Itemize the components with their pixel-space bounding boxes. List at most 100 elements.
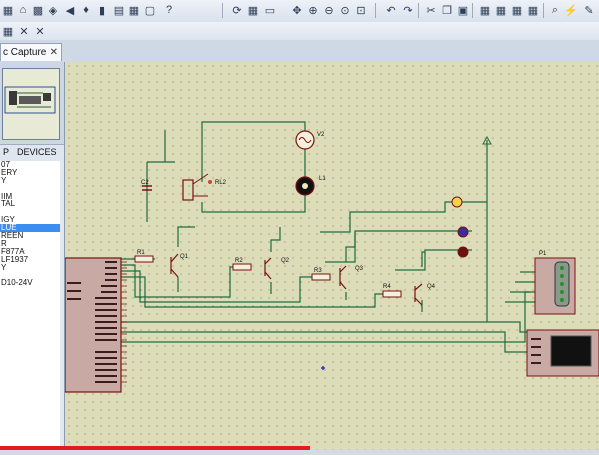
block-rotate-icon[interactable]: ▦	[509, 2, 525, 18]
red-led[interactable]	[457, 246, 469, 258]
devices-title: DEVICES	[17, 147, 57, 157]
refresh-icon[interactable]: ⟳	[229, 2, 245, 18]
pick-button[interactable]: P	[3, 147, 9, 157]
table-icon[interactable]: ▦	[126, 2, 142, 18]
device-list-item[interactable]	[0, 295, 60, 303]
wires	[120, 121, 535, 353]
device-list-item[interactable]	[0, 185, 60, 193]
yellow-led[interactable]	[451, 196, 463, 208]
device-list-item[interactable]: LF1937	[0, 256, 60, 264]
copy-icon[interactable]: ❐	[439, 2, 455, 18]
device-list-item[interactable]	[0, 311, 60, 319]
device-list-item[interactable]	[0, 327, 60, 335]
zoom-area-icon[interactable]: ⊡	[353, 2, 369, 18]
r1-resistor[interactable]: R1	[134, 250, 154, 263]
tab-schematic-capture[interactable]: c Capture ✕	[0, 43, 62, 61]
component-icon[interactable]: ▮	[94, 2, 110, 18]
q3-label: Q3	[355, 266, 364, 272]
device-list-item[interactable]: LUE	[0, 224, 60, 233]
device-list-item[interactable]	[0, 350, 60, 358]
wire-autoroute-icon[interactable]: ⚡	[563, 2, 579, 18]
transistor-icon[interactable]: ♦	[78, 2, 94, 18]
chip-icon[interactable]: ◈	[45, 2, 61, 18]
device-list-item[interactable]	[0, 421, 60, 429]
r1-label: R1	[137, 250, 145, 256]
l1-lamp[interactable]: L1	[295, 176, 326, 196]
tab-label: c Capture	[3, 47, 47, 58]
block-delete-icon[interactable]: ▦	[525, 2, 541, 18]
device-list-item[interactable]: Y	[0, 264, 60, 272]
select-icon[interactable]: ▦	[0, 23, 16, 39]
schematic-canvas[interactable]: V2 L1 RL2 C2 Q1 Q2 Q3 Q4 R1 R2 R3 R4 P1	[64, 62, 599, 450]
paste-icon[interactable]: ▣	[455, 2, 471, 18]
microcontroller[interactable]	[64, 257, 127, 393]
device-list-item[interactable]: REEN	[0, 232, 60, 240]
p1-connector[interactable]: P1	[534, 251, 576, 315]
new-file-icon[interactable]: ▦	[0, 2, 16, 18]
v2-ac-source[interactable]: V2	[295, 130, 325, 150]
device-list-item[interactable]	[0, 437, 60, 445]
q4-transistor[interactable]: Q4	[414, 283, 436, 306]
cut-icon[interactable]: ✂	[423, 2, 439, 18]
block-move-icon[interactable]: ▦	[493, 2, 509, 18]
device-list-item[interactable]: Y	[0, 177, 60, 185]
blue-led[interactable]	[457, 226, 469, 238]
device-list-item[interactable]: ERY	[0, 169, 60, 177]
device-list-item[interactable]: D10-24V	[0, 279, 60, 287]
q2-transistor[interactable]: Q2	[264, 257, 290, 280]
devices-scrollbar[interactable]	[60, 161, 64, 450]
q1-transistor[interactable]: Q1	[170, 253, 189, 278]
device-list-item[interactable]: IGY	[0, 216, 60, 224]
toggle-grid-icon[interactable]: ▦	[245, 2, 261, 18]
origin-icon[interactable]: ▭	[262, 2, 278, 18]
device-list-item[interactable]	[0, 390, 60, 398]
video-progress-bar	[0, 446, 310, 450]
device-list-item[interactable]	[0, 303, 60, 311]
device-list-item[interactable]: 07	[0, 161, 60, 169]
tools-icon[interactable]: ✎	[581, 2, 597, 18]
rl2-relay[interactable]: RL2	[182, 173, 227, 201]
device-list-item[interactable]	[0, 366, 60, 374]
device-list-item[interactable]	[0, 319, 60, 327]
undo-icon[interactable]: ↶	[383, 2, 399, 18]
device-list-item[interactable]: F877A	[0, 248, 60, 256]
device-list-item[interactable]	[0, 414, 60, 422]
junction-icon[interactable]: ✕	[32, 23, 48, 39]
virtual-terminal[interactable]	[526, 329, 599, 377]
device-list-item[interactable]	[0, 335, 60, 343]
device-list-item[interactable]: TAL	[0, 200, 60, 208]
device-list-item[interactable]: IIM	[0, 193, 60, 201]
device-list-item[interactable]	[0, 358, 60, 366]
document-icon[interactable]: ▤	[111, 2, 127, 18]
redo-icon[interactable]: ↷	[400, 2, 416, 18]
zoom-all-icon[interactable]: ⊙	[337, 2, 353, 18]
r4-resistor[interactable]: R4	[382, 284, 402, 298]
device-list-item[interactable]	[0, 406, 60, 414]
help-icon[interactable]: ?	[161, 2, 177, 18]
device-list-item[interactable]	[0, 429, 60, 437]
r3-resistor[interactable]: R3	[311, 268, 331, 281]
zoom-in-icon[interactable]: ⊕	[305, 2, 321, 18]
q3-transistor[interactable]: Q3	[339, 265, 364, 290]
device-list-item[interactable]	[0, 342, 60, 350]
r2-resistor[interactable]: R2	[232, 258, 252, 271]
device-list-item[interactable]: R	[0, 240, 60, 248]
search-icon[interactable]: ⌕	[547, 2, 563, 18]
back-icon[interactable]: ◀	[62, 2, 78, 18]
device-list-item[interactable]	[0, 382, 60, 390]
block-copy-icon[interactable]: ▦	[477, 2, 493, 18]
page-icon[interactable]: ▢	[142, 2, 158, 18]
grid-icon[interactable]: ▩	[30, 2, 46, 18]
home-icon[interactable]: ⌂	[15, 2, 31, 18]
component-mode-icon[interactable]: ✕	[16, 23, 32, 39]
overview-window[interactable]	[2, 68, 60, 140]
zoom-out-icon[interactable]: ⊖	[321, 2, 337, 18]
device-list-item[interactable]	[0, 398, 60, 406]
close-icon[interactable]: ✕	[50, 44, 58, 61]
device-list-item[interactable]	[0, 287, 60, 295]
device-list-item[interactable]	[0, 374, 60, 382]
l1-label: L1	[319, 176, 326, 182]
device-list-item[interactable]	[0, 208, 60, 216]
device-list-item[interactable]	[0, 271, 60, 279]
pan-icon[interactable]: ✥	[289, 2, 305, 18]
